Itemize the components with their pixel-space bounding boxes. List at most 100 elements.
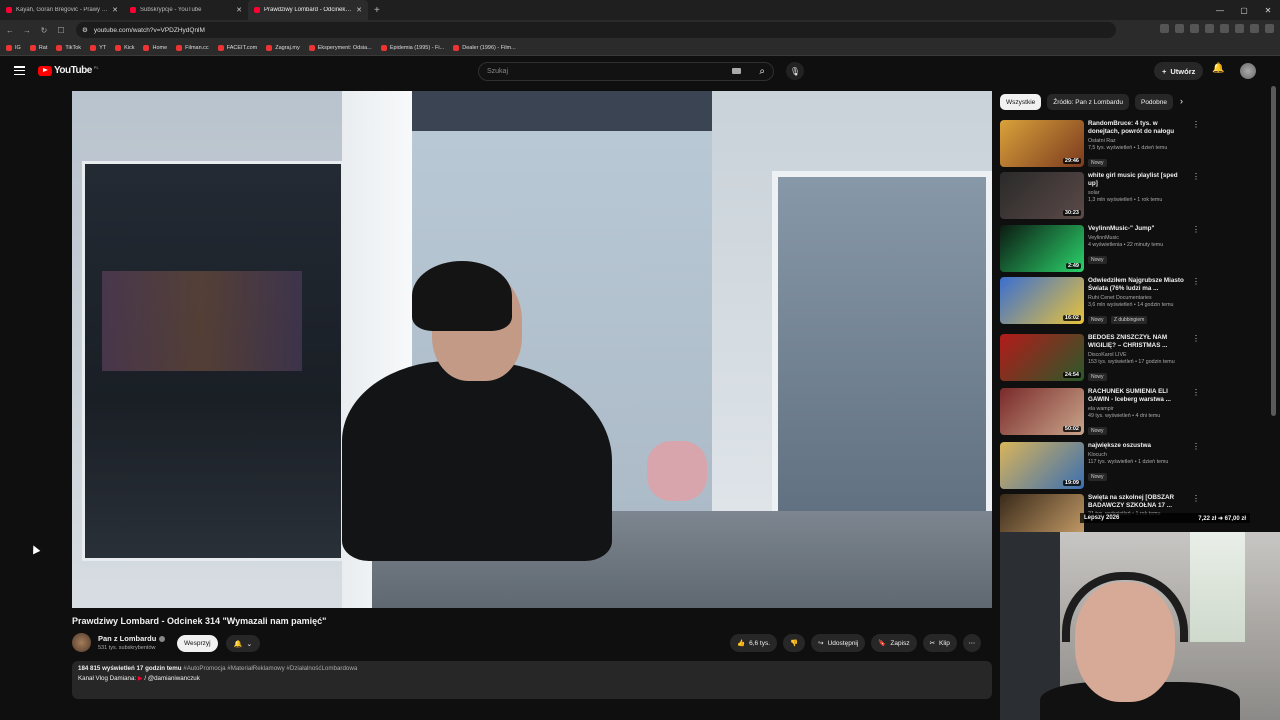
bookmark-item[interactable]: IG [6,44,21,51]
site-info-icon[interactable]: ⚙ [82,26,88,34]
extension-icon[interactable] [1265,24,1274,33]
microphone-icon[interactable]: 🎙 [786,62,804,80]
bookmark-item[interactable]: Epidemia (1995) - Fi... [380,44,444,51]
browser-tab[interactable]: Kayah, Goran Bregović - Prawy d... ✕ [0,0,124,20]
bookmark-item[interactable]: FACEIT.com [217,44,257,51]
description-box[interactable]: 184 815 wyświetleń 17 godzin temu #AutoP… [72,661,992,699]
close-tab-icon[interactable]: ✕ [236,6,242,14]
subscription-bell-button[interactable]: 🔔 ⌄ [226,635,260,652]
channel-handle-link[interactable]: / @damianiwanczuk [144,675,199,682]
chip-source[interactable]: Źródło: Pan z Lombardu [1047,94,1129,110]
extension-icon[interactable] [1160,24,1169,33]
video-thumbnail[interactable]: 2:49 [1000,225,1084,272]
extension-icon[interactable] [1235,24,1244,33]
recommendation-channel[interactable]: ela wampir [1088,406,1184,412]
recommendation-title[interactable]: Odwiedziłem Najgrubsze Miasto Świata (76… [1088,277,1184,293]
notifications-bell-icon[interactable]: 🔔 [1212,63,1224,74]
extension-icon[interactable] [1175,24,1184,33]
more-vert-icon[interactable]: ⋮ [1192,442,1200,451]
recommendation-item[interactable]: 2:49 VeylinnMusic-" Jump" VeylinnMusic 4 wy… [1000,225,1200,275]
maximize-icon[interactable]: ▢ [1232,0,1256,20]
create-button[interactable]: + Utwórz [1154,62,1204,80]
video-player[interactable] [72,91,992,608]
recommendation-title[interactable]: white girl music playlist [sped up] [1088,172,1184,188]
dislike-button[interactable]: 👎 [783,634,806,652]
extension-icon[interactable] [1190,24,1199,33]
more-vert-icon[interactable]: ⋮ [1192,225,1200,234]
more-vert-icon[interactable]: ⋮ [1192,334,1200,343]
chip-all[interactable]: Wszystkie [1000,94,1042,110]
bookmark-page-icon[interactable]: ☐ [54,26,68,35]
recommendation-channel[interactable]: Klocuch [1088,452,1184,458]
keyboard-icon[interactable] [732,68,741,74]
forward-icon[interactable]: → [20,26,34,35]
video-thumbnail[interactable]: 19:09 [1000,442,1084,489]
like-button[interactable]: 👍 6,6 tys. [730,634,778,652]
channel-name[interactable]: Pan z Lombardu [98,634,166,643]
chevron-right-icon[interactable]: › [1180,96,1183,106]
bookmark-item[interactable]: Dealer (1996) - Film... [453,44,516,51]
bookmark-item[interactable]: Filman.cc [176,44,209,51]
video-thumbnail[interactable]: 24:54 [1000,334,1084,381]
recommendation-title[interactable]: Święta na szkolnej [OBSZAR BADAWCZY SZKO… [1088,494,1184,510]
more-vert-icon[interactable]: ⋮ [1192,277,1200,286]
more-vert-icon[interactable]: ⋮ [1192,172,1200,181]
share-button[interactable]: ↪ Udostępnij [811,634,866,652]
recommendation-channel[interactable]: Ostatni Raz [1088,138,1184,144]
recommendation-item[interactable]: 24:54 BEDOES ZNISZCZYŁ NAM WIGILIĘ? – CHR… [1000,334,1200,384]
more-actions-button[interactable]: ⋯ [962,634,981,652]
bookmark-item[interactable]: Rat [29,44,47,51]
video-thumbnail[interactable]: 16:02 [1000,277,1084,324]
recommendation-item[interactable]: 30:23 white girl music playlist [sped up]… [1000,172,1200,222]
save-button[interactable]: 🔖 Zapisz [871,634,917,652]
extension-icon[interactable] [1205,24,1214,33]
close-tab-icon[interactable]: ✕ [356,6,362,14]
menu-icon[interactable] [14,66,25,75]
video-thumbnail[interactable]: 29:46 [1000,120,1084,167]
bookmark-item[interactable]: YT [90,44,106,51]
recommendation-item[interactable]: 29:46 RandomBruce: 4 tys. w donejtach, po… [1000,120,1200,170]
youtube-logo[interactable]: YouTube PL [38,65,99,76]
recommendation-item[interactable]: 50:02 RACHUNEK SUMIENIA ELI GAWIN - Icebe… [1000,388,1200,438]
browser-tab[interactable]: Subskrypcje - YouTube ✕ [124,0,248,20]
recommendation-title[interactable]: VeylinnMusic-" Jump" [1088,225,1184,233]
recommendation-channel[interactable]: VeylinnMusic [1088,235,1184,241]
video-thumbnail[interactable]: 50:02 [1000,388,1084,435]
channel-avatar[interactable] [72,633,91,652]
minimize-icon[interactable]: — [1208,0,1232,20]
url-field[interactable]: ⚙ youtube.com/watch?v=VPDZHydQnlM [76,22,1116,38]
more-vert-icon[interactable]: ⋮ [1192,388,1200,397]
close-window-icon[interactable]: ✕ [1256,0,1280,20]
reload-icon[interactable]: ↻ [37,26,51,35]
close-tab-icon[interactable]: ✕ [112,6,118,14]
chip-similar[interactable]: Podobne [1134,94,1174,110]
browser-tab-active[interactable]: Prawdziwy Lombard - Odcinek 314 ✕ [248,0,368,20]
bookmark-item[interactable]: Kick [115,44,134,51]
recommendation-item[interactable]: 16:02 Odwiedziłem Najgrubsze Miasto Świat… [1000,277,1200,327]
recommendation-channel[interactable]: Ruhi Cenet Documentaries [1088,295,1184,301]
search-input[interactable]: Szukaj ⌕ [478,62,774,81]
page-scrollbar[interactable] [1271,86,1276,416]
bookmark-item[interactable]: Home [143,44,167,51]
account-avatar[interactable] [1240,63,1256,79]
search-icon[interactable]: ⌕ [759,66,765,77]
extension-icon[interactable] [1250,24,1259,33]
recommendation-title[interactable]: RandomBruce: 4 tys. w donejtach, powrót … [1088,120,1184,136]
extension-icon[interactable] [1220,24,1229,33]
recommendation-item[interactable]: 19:09 największe oszustwa Klocuch 117 tys. … [1000,442,1200,492]
more-vert-icon[interactable]: ⋮ [1192,120,1200,129]
bookmark-item[interactable]: Zagraj.my [266,44,300,51]
new-tab-button[interactable]: + [368,5,386,16]
recommendation-title[interactable]: największe oszustwa [1088,442,1184,450]
more-vert-icon[interactable]: ⋮ [1192,494,1200,503]
back-icon[interactable]: ← [3,26,17,35]
recommendation-channel[interactable]: solar [1088,190,1184,196]
hashtags[interactable]: #AutoPromocja #MateriałReklamowy #Działa… [183,665,357,672]
bookmark-item[interactable]: Eksperyment: Odsia... [308,44,372,51]
recommendation-channel[interactable]: DiscoKarol LIVE [1088,352,1184,358]
recommendation-title[interactable]: BEDOES ZNISZCZYŁ NAM WIGILIĘ? – CHRISTMA… [1088,334,1184,350]
clip-button[interactable]: ✂ Klip [922,634,957,652]
video-thumbnail[interactable]: 30:23 [1000,172,1084,219]
support-button[interactable]: Wesprzyj [177,635,218,652]
recommendation-title[interactable]: RACHUNEK SUMIENIA ELI GAWIN - Iceberg wa… [1088,388,1184,404]
